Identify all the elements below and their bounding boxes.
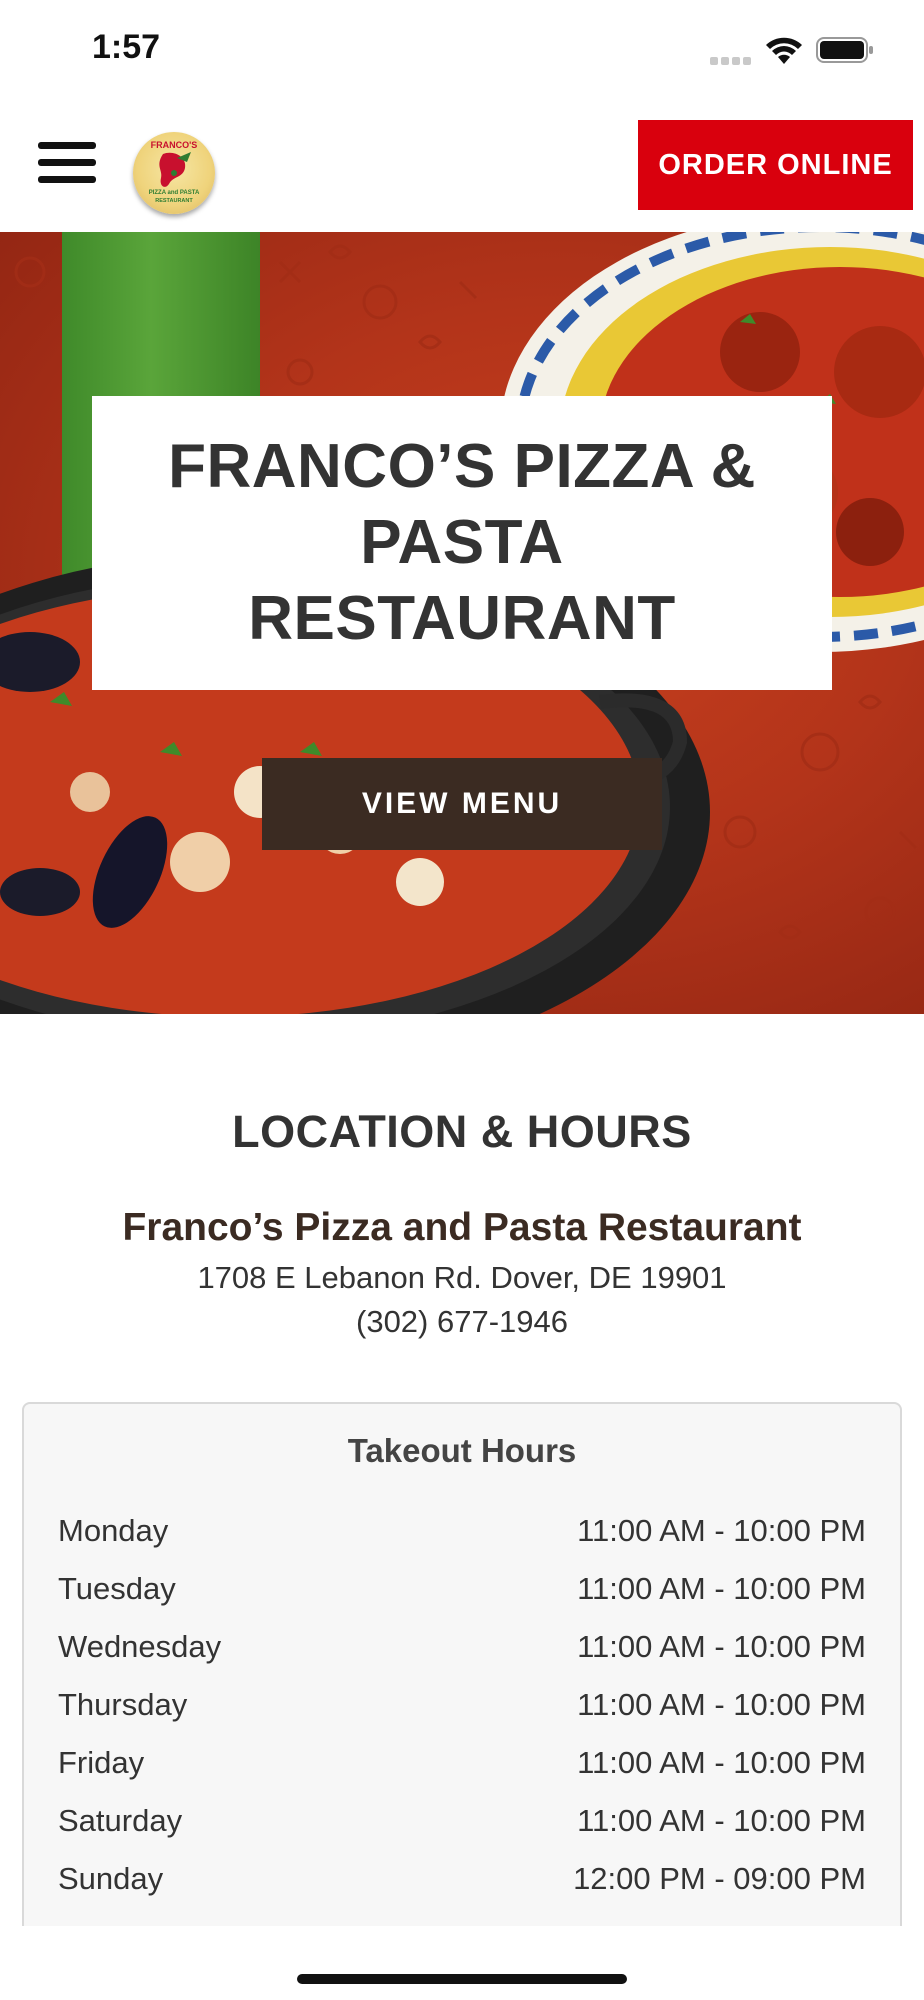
order-online-button[interactable]: ORDER ONLINE (638, 120, 913, 210)
home-indicator[interactable] (297, 1974, 627, 1984)
battery-icon (816, 37, 873, 63)
hours-row: Wednesday 11:00 AM - 10:00 PM (58, 1618, 866, 1676)
logo-graphic: FRANCO'S PIZZA and PASTA RESTAURANT (149, 140, 200, 204)
wifi-icon (766, 37, 802, 64)
status-bar: 1:57 (0, 0, 924, 100)
site-header: FRANCO'S PIZZA and PASTA RESTAURANT ORDE… (0, 100, 924, 232)
hours-row: Friday 11:00 AM - 10:00 PM (58, 1734, 866, 1792)
status-time: 1:57 (92, 28, 161, 66)
logo[interactable]: FRANCO'S PIZZA and PASTA RESTAURANT (133, 132, 215, 214)
location-section: LOCATION & HOURS Franco’s Pizza and Past… (0, 1014, 924, 1942)
hamburger-menu-icon[interactable] (38, 142, 96, 188)
hours-row: Monday 11:00 AM - 10:00 PM (58, 1502, 866, 1560)
svg-text:PIZZA and PASTA: PIZZA and PASTA (149, 190, 200, 196)
signal-icon (710, 52, 754, 66)
time-range: 11:00 AM - 10:00 PM (577, 1629, 866, 1664)
hero-banner: FRANCO’S PIZZA & PASTA RESTAURANT VIEW M… (0, 232, 924, 1014)
restaurant-address[interactable]: 1708 E Lebanon Rd. Dover, DE 19901 (0, 1260, 924, 1296)
hero-title-box: FRANCO’S PIZZA & PASTA RESTAURANT (92, 396, 832, 690)
time-range: 11:00 AM - 10:00 PM (577, 1745, 866, 1780)
section-heading: LOCATION & HOURS (232, 1106, 692, 1157)
day-label: Monday (58, 1513, 169, 1548)
hours-row: Thursday 11:00 AM - 10:00 PM (58, 1676, 866, 1734)
time-range: 12:00 PM - 09:00 PM (573, 1861, 866, 1896)
time-range: 11:00 AM - 10:00 PM (577, 1513, 866, 1548)
hours-card: Takeout Hours Monday 11:00 AM - 10:00 PM… (22, 1402, 902, 1942)
day-label: Sunday (58, 1861, 164, 1896)
time-range: 11:00 AM - 10:00 PM (577, 1687, 866, 1722)
hours-list: Monday 11:00 AM - 10:00 PM Tuesday 11:00… (58, 1502, 866, 1908)
svg-text:FRANCO'S: FRANCO'S (151, 140, 198, 150)
view-menu-button[interactable]: VIEW MENU (262, 758, 662, 850)
hours-row: Sunday 12:00 PM - 09:00 PM (58, 1850, 866, 1908)
day-label: Wednesday (58, 1629, 222, 1664)
time-range: 11:00 AM - 10:00 PM (577, 1803, 866, 1838)
restaurant-name: Franco’s Pizza and Pasta Restaurant (122, 1206, 802, 1249)
day-label: Tuesday (58, 1571, 176, 1606)
time-range: 11:00 AM - 10:00 PM (577, 1571, 866, 1606)
hours-row: Tuesday 11:00 AM - 10:00 PM (58, 1560, 866, 1618)
svg-text:RESTAURANT: RESTAURANT (155, 198, 193, 204)
hours-row: Saturday 11:00 AM - 10:00 PM (58, 1792, 866, 1850)
day-label: Saturday (58, 1803, 183, 1838)
day-label: Thursday (58, 1687, 188, 1722)
home-indicator-area (0, 1926, 924, 2000)
hours-title: Takeout Hours (347, 1432, 577, 1469)
hero-title: FRANCO’S PIZZA & PASTA RESTAURANT (168, 432, 756, 653)
day-label: Friday (58, 1745, 145, 1780)
restaurant-phone[interactable]: (302) 677-1946 (0, 1304, 924, 1340)
